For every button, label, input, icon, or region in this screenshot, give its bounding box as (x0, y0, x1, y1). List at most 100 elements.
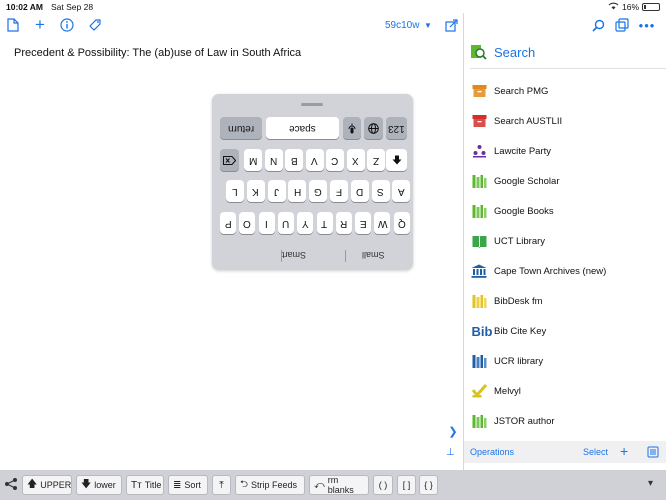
search-list-item[interactable]: Lawcite Party (464, 136, 666, 166)
bracket-button[interactable]: { } (419, 475, 438, 495)
chevron-down-icon[interactable]: ▾ (648, 478, 653, 489)
globe-icon[interactable] (364, 117, 383, 139)
suggestion-1-label: Smart (282, 250, 307, 260)
bracket-button[interactable]: [ ] (397, 475, 416, 495)
key-m[interactable]: M (244, 149, 262, 171)
search-list-item-label: BibDesk fm (494, 295, 543, 307)
numbers-key[interactable]: 123 (386, 117, 407, 139)
key-x[interactable]: X (346, 149, 365, 171)
key-o[interactable]: O (239, 212, 256, 234)
sort-button[interactable]: ≣ Sort (168, 475, 208, 495)
expand-icon[interactable] (442, 16, 460, 34)
key-w[interactable]: W (374, 212, 391, 234)
strip-feeds-icon: ⮌ (240, 478, 249, 490)
doc-menu-caret-icon[interactable]: ▼ (424, 21, 432, 30)
panel-title[interactable]: Search (494, 45, 535, 60)
lower-label: lower (94, 480, 116, 490)
search-list-item[interactable]: Cape Town Archives (new) (464, 256, 666, 286)
status-right: 16% (608, 2, 660, 12)
upload-icon: ⤒ (219, 479, 224, 491)
key-d[interactable]: D (350, 180, 369, 202)
key-b[interactable]: B (285, 149, 303, 171)
list-view-icon[interactable] (644, 443, 662, 461)
pin-icon[interactable]: ⊥ (446, 447, 455, 458)
space-key-label: space (289, 122, 316, 134)
title-button[interactable]: Tт Title (126, 475, 164, 495)
bracket-button[interactable]: ( ) (373, 475, 393, 495)
suggestion-2[interactable]: Small (362, 250, 385, 260)
tag-icon[interactable] (86, 16, 104, 34)
shift-icon[interactable] (386, 149, 407, 171)
upper-label: UPPER (40, 480, 72, 490)
key-label: W (377, 217, 388, 229)
upload-button[interactable]: ⤒ (212, 475, 231, 495)
battery-fill (644, 4, 647, 9)
key-q[interactable]: Q (393, 212, 410, 234)
search-list-item[interactable]: Melvyl (464, 376, 666, 406)
key-h[interactable]: H (288, 180, 307, 202)
key-p[interactable]: P (220, 212, 236, 234)
key-k[interactable]: K (246, 180, 265, 202)
key-label: M (248, 154, 258, 166)
rm-blanks-button[interactable]: ⤺ rm blanks (309, 475, 369, 495)
share-icon[interactable] (4, 477, 18, 491)
info-icon[interactable] (58, 16, 76, 34)
key-v[interactable]: V (305, 149, 324, 171)
strip-feeds-button[interactable]: ⮌ Strip Feeds (235, 475, 305, 495)
add-item-icon[interactable]: + (620, 443, 628, 459)
key-r[interactable]: R (335, 212, 352, 234)
key-label: S (377, 185, 384, 197)
search-list-item[interactable]: Search AUSTLII (464, 106, 666, 136)
return-key[interactable]: return (220, 117, 262, 139)
battery-icon (642, 2, 660, 11)
key-e[interactable]: E (355, 212, 372, 234)
more-icon[interactable]: ••• (638, 16, 656, 34)
search-list-item[interactable]: Search PMG (464, 76, 666, 106)
open-book-icon (471, 233, 487, 249)
mic-icon[interactable] (343, 117, 361, 139)
key-z[interactable]: Z (367, 149, 385, 171)
key-c[interactable]: C (326, 149, 344, 171)
key-y[interactable]: Y (297, 212, 314, 234)
document-text[interactable]: Precedent & Possibility: The (ab)use of … (14, 47, 301, 59)
chevron-right-icon[interactable]: ❯ (444, 421, 462, 441)
lower-button[interactable]: 🡇 lower (76, 475, 122, 495)
key-label: C (331, 154, 339, 166)
document-id[interactable]: 59c10w (385, 20, 419, 31)
search-list-item[interactable]: Google Books (464, 196, 666, 226)
search-list-item[interactable]: JSTOR author (464, 406, 666, 436)
space-key[interactable]: space (266, 117, 339, 139)
key-l[interactable]: L (226, 180, 244, 202)
key-i[interactable]: I (258, 212, 275, 234)
add-icon[interactable]: + (31, 15, 49, 34)
key-label: L (232, 185, 238, 197)
search-list-item[interactable]: UCR library (464, 346, 666, 376)
key-g[interactable]: G (309, 180, 328, 202)
copy-export-icon[interactable] (613, 16, 631, 34)
search-list-item-label: Cape Town Archives (new) (494, 265, 607, 277)
upper-button[interactable]: 🡅 UPPER (22, 475, 72, 495)
search-list-item[interactable]: Google Scholar (464, 166, 666, 196)
return-key-label: return (227, 122, 255, 134)
key-label: U (282, 217, 290, 229)
key-j[interactable]: J (267, 180, 286, 202)
keyboard-drag-handle[interactable] (301, 103, 323, 106)
key-t[interactable]: T (316, 212, 333, 234)
search-list-item[interactable]: BibDesk fm (464, 286, 666, 316)
key-s[interactable]: S (371, 180, 390, 202)
document-icon[interactable] (4, 16, 22, 34)
key-label: Z (372, 154, 380, 166)
backspace-icon[interactable] (220, 149, 239, 171)
search-list-item[interactable]: Bib Bib Cite Key (464, 316, 666, 346)
key-u[interactable]: U (277, 212, 294, 234)
key-a[interactable]: A (392, 180, 411, 202)
key-n[interactable]: N (264, 149, 283, 171)
search-list-item[interactable]: UCT Library (464, 226, 666, 256)
search-list-item-label: Search PMG (494, 85, 549, 97)
suggestion-1[interactable]: Smart (282, 250, 306, 260)
search-icon[interactable] (589, 16, 607, 34)
select-button[interactable]: Select (583, 447, 608, 457)
key-label: F (335, 185, 343, 197)
operations-button[interactable]: Operations (470, 447, 514, 457)
key-f[interactable]: F (330, 180, 348, 202)
